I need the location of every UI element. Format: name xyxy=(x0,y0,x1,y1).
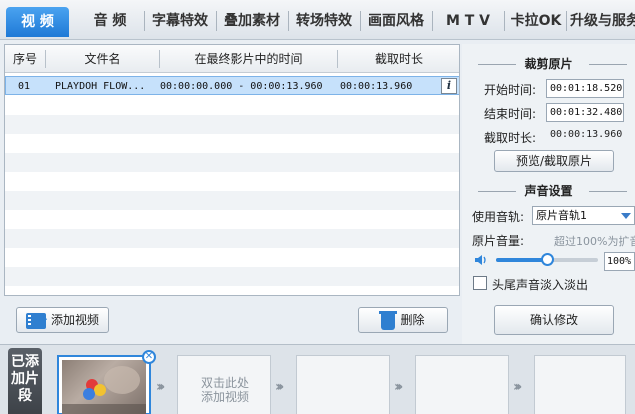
tab-video[interactable]: 视 频 xyxy=(6,7,69,37)
empty-row xyxy=(5,229,459,248)
empty-row xyxy=(5,210,459,229)
tab-audio[interactable]: 音 频 xyxy=(80,6,140,36)
video-list-panel: 序号 文件名 在最终影片中的时间 截取时长 01 PLAYDOH FLOW...… xyxy=(4,44,460,296)
settings-panel: 裁剪原片 开始时间: 00:01:18.520 结束时间: 00:01:32.4… xyxy=(462,44,635,344)
empty-clip-slot[interactable] xyxy=(534,355,626,414)
volume-slider[interactable] xyxy=(496,253,598,266)
tab-overlay-materials[interactable]: 叠加素材 xyxy=(220,6,284,36)
volume-value-box[interactable]: 100% xyxy=(604,252,635,271)
audio-track-value: 原片音轨1 xyxy=(536,209,587,222)
tab-bar: 视 频 音 频 字幕特效 叠加素材 转场特效 画面风格 M T V 卡拉OK 升… xyxy=(0,0,635,40)
confirm-changes-button[interactable]: 确认修改 xyxy=(494,305,614,335)
empty-clip-slot[interactable] xyxy=(296,355,390,414)
preview-trim-button[interactable]: 预览/截取原片 xyxy=(494,150,614,172)
empty-row xyxy=(5,248,459,267)
info-icon[interactable]: i xyxy=(441,78,457,94)
chevron-right-icon: ››› xyxy=(394,379,404,395)
add-video-label: 添加视频 xyxy=(50,313,99,327)
tab-subtitle-effects[interactable]: 字幕特效 xyxy=(148,6,212,36)
start-time-input[interactable]: 00:01:18.520 xyxy=(546,79,624,98)
empty-clip-slot[interactable]: 双击此处 添加视频 xyxy=(177,355,271,414)
empty-clip-slot[interactable] xyxy=(415,355,509,414)
empty-row xyxy=(5,115,459,134)
chevron-right-icon: ››› xyxy=(275,379,285,395)
empty-row xyxy=(5,96,459,115)
volume-slider-handle[interactable] xyxy=(541,253,554,266)
tab-picture-style[interactable]: 画面风格 xyxy=(364,6,428,36)
tab-separator xyxy=(144,11,145,31)
delete-button[interactable]: 删除 xyxy=(358,307,448,333)
clip-preview-graphic xyxy=(62,366,146,414)
row-index: 01 xyxy=(18,81,31,92)
chevron-right-icon: ››› xyxy=(156,379,166,395)
header-filename: 文件名 xyxy=(84,52,121,66)
end-time-label: 结束时间: xyxy=(484,107,537,121)
tab-separator xyxy=(566,11,567,31)
clip-thumbnail-image xyxy=(62,360,146,414)
added-clips-label: 已添加片段 xyxy=(8,348,42,414)
row-filename: PLAYDOH FLOW... xyxy=(55,81,146,92)
trim-duration-value: 00:00:13.960 xyxy=(550,129,623,140)
table-row[interactable]: 01 PLAYDOH FLOW... 00:00:00.000 - 00:00:… xyxy=(5,76,459,95)
tab-transition-effects[interactable]: 转场特效 xyxy=(292,6,356,36)
end-time-input[interactable]: 00:01:32.480 xyxy=(546,103,624,122)
header-duration: 截取时长 xyxy=(374,52,423,66)
add-video-button[interactable]: 添加视频 xyxy=(16,307,109,333)
tab-separator xyxy=(288,11,289,31)
tab-separator xyxy=(360,11,361,31)
audio-track-select[interactable]: 原片音轨1 xyxy=(532,206,635,225)
fade-label: 头尾声音淡入淡出 xyxy=(492,278,589,292)
chevron-right-icon: ››› xyxy=(513,379,523,395)
chevron-down-icon xyxy=(621,213,631,219)
volume-slider-fill xyxy=(496,258,547,262)
tab-separator xyxy=(216,11,217,31)
tab-karaoke[interactable]: 卡拉OK xyxy=(508,6,564,36)
trim-duration-label: 截取时长: xyxy=(484,131,537,145)
start-time-label: 开始时间: xyxy=(484,83,537,97)
clip-thumbnail[interactable]: ✕ xyxy=(57,350,156,414)
add-video-icon xyxy=(25,307,48,331)
sound-section-title: 声音设置 xyxy=(462,182,635,200)
tab-separator xyxy=(504,11,505,31)
row-duration: 00:00:13.960 xyxy=(340,81,413,92)
table-header: 序号 文件名 在最终影片中的时间 截取时长 xyxy=(5,45,459,73)
delete-label: 删除 xyxy=(400,313,425,327)
fade-checkbox[interactable] xyxy=(473,276,487,290)
empty-slot-hint: 双击此处 添加视频 xyxy=(200,376,249,404)
empty-row xyxy=(5,134,459,153)
empty-row xyxy=(5,191,459,210)
empty-row xyxy=(5,267,459,286)
row-time-range: 00:00:00.000 - 00:00:13.960 xyxy=(160,81,323,92)
added-clips-strip: 已添加片段 ✕ ››› 双击此处 添加视频 ››› ››› ››› xyxy=(0,344,635,414)
header-index: 序号 xyxy=(12,52,37,66)
volume-hint: 超过100%为扩音 xyxy=(554,235,635,248)
empty-row xyxy=(5,172,459,191)
tab-upgrade-service[interactable]: 升级与服务 xyxy=(570,6,635,36)
tab-mtv[interactable]: M T V xyxy=(436,6,500,36)
trim-section-title: 裁剪原片 xyxy=(462,55,635,73)
empty-row xyxy=(5,153,459,172)
volume-label: 原片音量: xyxy=(472,234,525,248)
header-time-in-final-video: 在最终影片中的时间 xyxy=(194,52,303,66)
trash-icon xyxy=(379,310,398,330)
remove-clip-icon[interactable]: ✕ xyxy=(142,350,156,364)
speaker-icon[interactable] xyxy=(474,254,488,266)
tab-separator xyxy=(432,11,433,31)
audio-track-label: 使用音轨: xyxy=(472,210,525,224)
